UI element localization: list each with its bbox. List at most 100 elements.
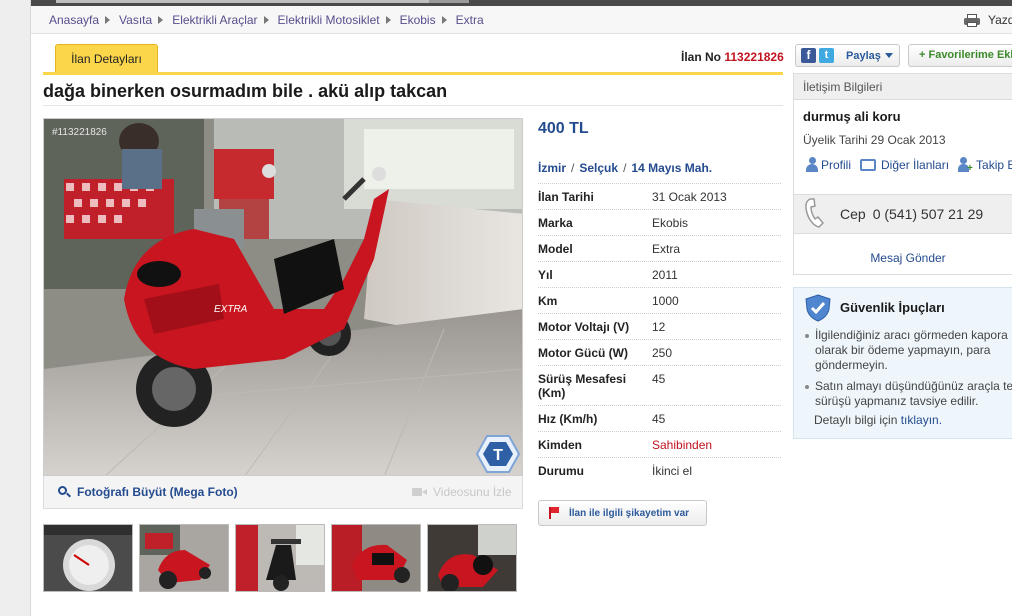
location-district[interactable]: Selçuk xyxy=(579,161,618,175)
spec-key: Sürüş Mesafesi (Km) xyxy=(538,372,627,400)
spec-key: İlan Tarihi xyxy=(538,190,594,204)
chevron-right-icon xyxy=(385,16,391,24)
safety-more-text: Detaylı bilgi için xyxy=(814,413,898,427)
safety-more: Detaylı bilgi için tıklayın. xyxy=(814,413,942,427)
list-item: İlgilendiğiniz aracı görmeden kapora ola… xyxy=(803,328,1012,373)
breadcrumb-vasita[interactable]: Vasıta xyxy=(119,13,152,27)
svg-text:T: T xyxy=(493,447,503,464)
chevron-down-icon xyxy=(884,53,893,58)
print-button[interactable]: Yazdır xyxy=(964,13,1012,27)
twitter-icon[interactable]: t xyxy=(819,48,834,63)
enlarge-photo-label: Fotoğrafı Büyüt (Mega Foto) xyxy=(77,485,238,499)
tab-underline xyxy=(43,72,783,75)
spec-value: 45 xyxy=(652,412,666,426)
spec-row: Motor Gücü (W) 250 xyxy=(538,339,781,365)
list-icon xyxy=(860,158,877,171)
spec-row: Model Extra xyxy=(538,235,781,261)
listing-number-label: İlan No xyxy=(681,50,722,64)
spec-value: 250 xyxy=(652,346,673,360)
breadcrumb-anasayfa[interactable]: Anasayfa xyxy=(49,13,99,27)
spec-key: Motor Gücü (W) xyxy=(538,346,628,360)
chevron-right-icon xyxy=(105,16,111,24)
spec-key: Model xyxy=(538,242,573,256)
seller-name: durmuş ali koru xyxy=(803,109,901,124)
search-icon xyxy=(58,486,71,498)
share-button[interactable]: f t Paylaş xyxy=(795,44,900,67)
tab-ilan-detaylari[interactable]: İlan Detayları xyxy=(55,44,158,72)
thumbnail-1[interactable] xyxy=(43,524,133,592)
listing-number: İlan No 113221826 xyxy=(681,50,784,64)
phone-box: Cep 0 (541) 507 21 29 xyxy=(794,194,1012,234)
breadcrumb-extra[interactable]: Extra xyxy=(456,13,484,27)
listing-title: dağa binerken osurmadım bile . akü alıp … xyxy=(43,81,448,101)
spec-table: İlan Tarihi 31 Ocak 2013 Marka Ekobis Mode… xyxy=(538,183,781,483)
flag-icon xyxy=(549,507,559,519)
member-since: Üyelik Tarihi 29 Ocak 2013 xyxy=(803,133,946,147)
chevron-right-icon xyxy=(441,16,447,24)
location-city[interactable]: İzmir xyxy=(538,161,566,175)
follow-link[interactable]: Takip Et xyxy=(976,158,1012,172)
page: Anasayfa Vasıta Elektrikli Araçlar Elekt… xyxy=(30,0,1012,616)
spec-row: Durumu İkinci el xyxy=(538,457,781,483)
contact-panel: İletişim Bilgileri durmuş ali koru Üyeli… xyxy=(793,73,1012,275)
contact-header: İletişim Bilgileri xyxy=(794,74,1012,100)
print-label: Yazdır xyxy=(988,13,1012,27)
list-item: Satın almayı düşündüğünüz araçla test sü… xyxy=(803,379,1012,409)
breadcrumb: Anasayfa Vasıta Elektrikli Araçlar Elekt… xyxy=(49,13,484,27)
breadcrumb-bar: Anasayfa Vasıta Elektrikli Araçlar Elekt… xyxy=(31,6,1012,34)
spec-row: Motor Voltajı (V) 12 xyxy=(538,313,781,339)
seller-links: Profili Diğer İlanları + Takip Et xyxy=(806,157,1012,174)
safety-more-link[interactable]: tıklayın. xyxy=(901,413,942,427)
safety-tips-panel: Güvenlik İpuçları İlgilendiğiniz aracı g… xyxy=(793,287,1012,439)
breadcrumb-ekobis[interactable]: Ekobis xyxy=(400,13,436,27)
spec-row: Hız (Km/h) 45 xyxy=(538,405,781,431)
thumbnail-3[interactable] xyxy=(235,524,325,592)
spec-value: 45 xyxy=(652,372,666,386)
spec-row: Marka Ekobis xyxy=(538,209,781,235)
spec-row: Sürüş Mesafesi (Km) 45 xyxy=(538,365,781,405)
person-icon xyxy=(806,157,818,172)
breadcrumb-elektrikli-motosiklet[interactable]: Elektrikli Motosiklet xyxy=(278,13,380,27)
watch-video-link[interactable]: Videosunu İzle xyxy=(412,485,512,499)
location-neighborhood[interactable]: 14 Mayıs Mah. xyxy=(631,161,712,175)
thumbnail-4[interactable] xyxy=(331,524,421,592)
follow-icon: + xyxy=(958,157,973,174)
main-photo[interactable]: EXTRA #113221826 T xyxy=(43,118,523,476)
phone-value: 0 (541) 507 21 29 xyxy=(872,206,984,222)
thumbnail-strip xyxy=(43,524,517,592)
spec-key: Yıl xyxy=(538,268,553,282)
spec-value: İkinci el xyxy=(652,464,693,478)
spec-row: Kimden Sahibinden xyxy=(538,431,781,457)
report-listing-label: İlan ile ilgili şikayetim var xyxy=(569,507,690,519)
spec-value: 2011 xyxy=(652,268,678,282)
safety-title: Güvenlik İpuçları xyxy=(840,300,945,315)
profile-link[interactable]: Profili xyxy=(821,158,851,172)
video-camera-icon xyxy=(412,487,428,497)
svg-text:EXTRA: EXTRA xyxy=(214,304,248,315)
spec-key: Hız (Km/h) xyxy=(538,412,598,426)
phone-label: Cep xyxy=(840,206,866,222)
facebook-icon[interactable]: f xyxy=(801,48,816,63)
spec-row: Km 1000 xyxy=(538,287,781,313)
spec-value: Extra xyxy=(652,242,681,256)
t-badge-icon: T xyxy=(476,435,520,473)
send-message-link[interactable]: Mesaj Gönder xyxy=(794,251,1012,265)
safety-tips-list: İlgilendiğiniz aracı görmeden kapora ola… xyxy=(803,328,1012,415)
spec-value: Ekobis xyxy=(652,216,689,230)
spec-value: 12 xyxy=(652,320,666,334)
add-favorite-button[interactable]: + Favorilerime Ekle xyxy=(908,44,1012,67)
spec-key: Km xyxy=(538,294,558,308)
shield-icon xyxy=(805,294,831,325)
spec-row: İlan Tarihi 31 Ocak 2013 xyxy=(538,183,781,209)
report-listing-button[interactable]: İlan ile ilgili şikayetim var xyxy=(538,500,707,526)
other-ads-link[interactable]: Diğer İlanları xyxy=(881,158,949,172)
photo-watermark: #113221826 xyxy=(52,127,107,138)
chevron-right-icon xyxy=(158,16,164,24)
thumbnail-2[interactable] xyxy=(139,524,229,592)
thumbnail-5[interactable] xyxy=(427,524,517,592)
spec-value: 31 Ocak 2013 xyxy=(652,190,727,204)
enlarge-photo-link[interactable]: Fotoğrafı Büyüt (Mega Foto) xyxy=(58,485,238,499)
location: İzmir / Selçuk/14 Mayıs Mah. xyxy=(538,161,713,175)
spec-key: Marka xyxy=(538,216,573,230)
breadcrumb-elektrikli-araclar[interactable]: Elektrikli Araçlar xyxy=(172,13,257,27)
